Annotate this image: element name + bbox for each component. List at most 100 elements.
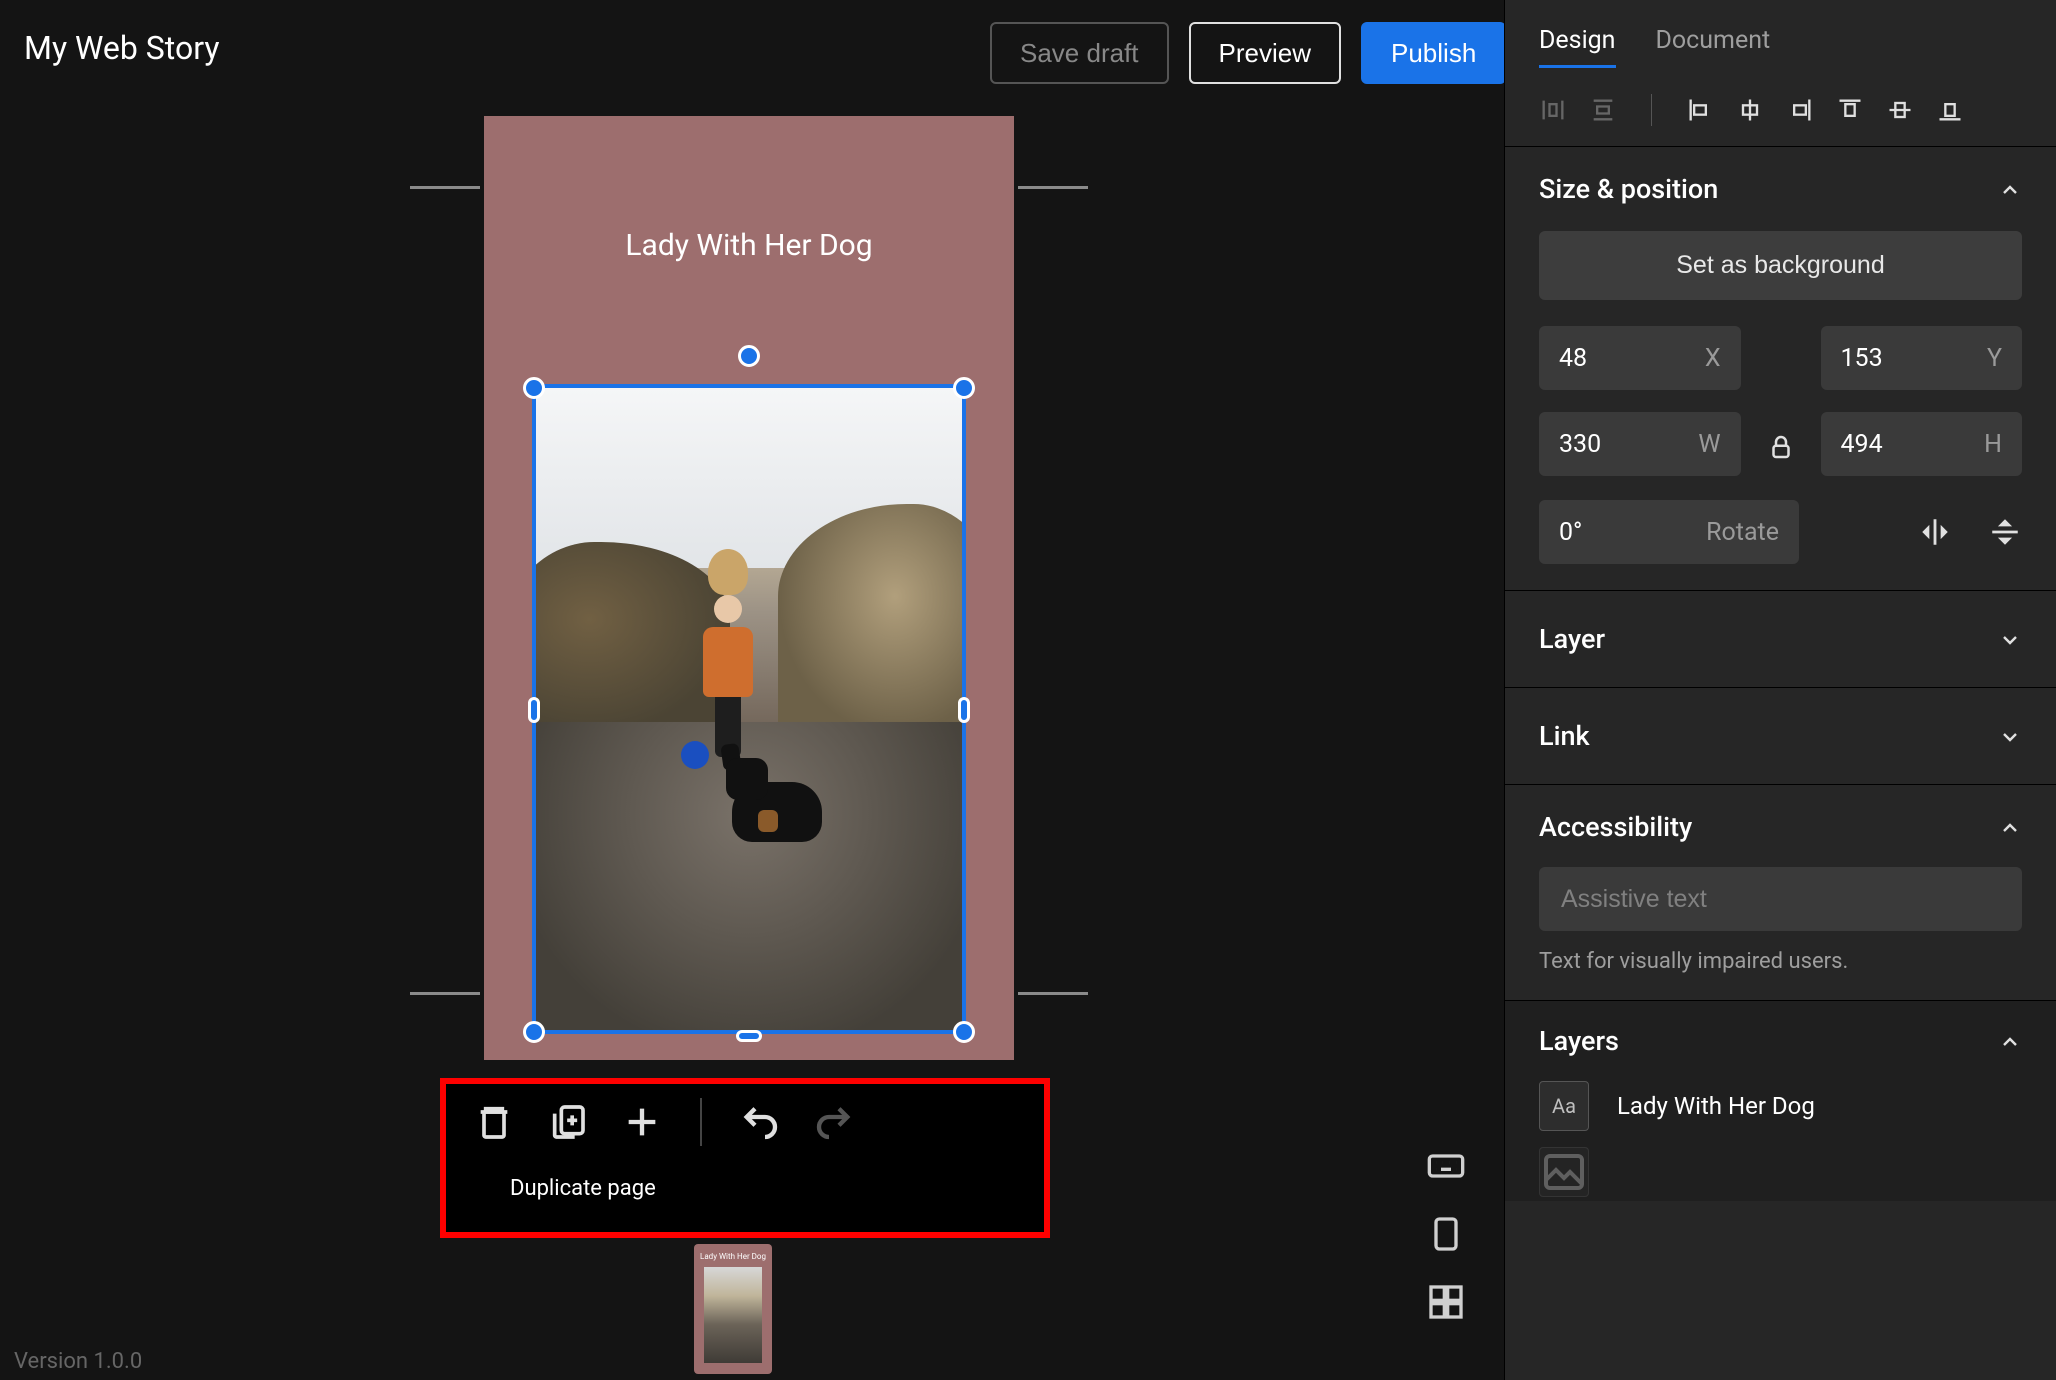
align-center-vertical-icon[interactable] bbox=[1886, 96, 1914, 124]
align-bottom-icon[interactable] bbox=[1936, 96, 1964, 124]
safe-zone-marker-left-bottom bbox=[410, 992, 480, 995]
save-draft-button: Save draft bbox=[990, 22, 1169, 84]
layer-row-label: Lady With Her Dog bbox=[1617, 1092, 1815, 1120]
size-position-section: Size & position Set as background 48 X 1… bbox=[1505, 147, 2056, 591]
input-rotate-label: Rotate bbox=[1706, 518, 1779, 547]
size-position-header[interactable]: Size & position bbox=[1539, 173, 2022, 205]
layer-title: Layer bbox=[1539, 623, 1605, 655]
accessibility-section: Accessibility Text for visually impaired… bbox=[1505, 785, 2056, 1001]
add-page-button[interactable] bbox=[622, 1102, 662, 1142]
layer-section: Layer bbox=[1505, 591, 2056, 688]
publish-button[interactable]: Publish bbox=[1361, 22, 1506, 84]
input-rotate[interactable]: 0° Rotate bbox=[1539, 500, 1799, 564]
accessibility-title: Accessibility bbox=[1539, 811, 1692, 843]
layers-header[interactable]: Layers bbox=[1539, 1025, 2022, 1057]
safe-zone-marker-right bbox=[1018, 186, 1088, 189]
input-y[interactable]: 153 Y bbox=[1821, 326, 2023, 390]
input-h[interactable]: 494 H bbox=[1821, 412, 2023, 476]
keyboard-shortcuts-button[interactable] bbox=[1426, 1146, 1466, 1186]
resize-handle-bottom[interactable] bbox=[736, 1030, 762, 1042]
chevron-up-icon bbox=[1998, 815, 2022, 839]
alignment-row bbox=[1505, 88, 2056, 147]
duplicate-page-tooltip: Duplicate page bbox=[492, 1166, 674, 1211]
position-grid: 48 X 153 Y 330 W 494 H bbox=[1539, 326, 2022, 476]
layers-panel: Layers Aa Lady With Her Dog bbox=[1505, 1001, 2056, 1201]
chevron-down-icon bbox=[1998, 627, 2022, 651]
set-as-background-button[interactable]: Set as background bbox=[1539, 231, 2022, 300]
tab-document[interactable]: Document bbox=[1656, 26, 1771, 68]
resize-handle-bottom-right[interactable] bbox=[953, 1021, 975, 1043]
accessibility-help-text: Text for visually impaired users. bbox=[1539, 949, 2022, 974]
preview-button[interactable]: Preview bbox=[1189, 22, 1341, 84]
safe-zone-marker-right-bottom bbox=[1018, 992, 1088, 995]
view-tools bbox=[1426, 1146, 1466, 1322]
input-y-unit: Y bbox=[1987, 344, 2002, 373]
input-x-value: 48 bbox=[1559, 344, 1587, 373]
duplicate-page-button[interactable] bbox=[548, 1102, 588, 1142]
version-label: Version 1.0.0 bbox=[14, 1349, 142, 1374]
undo-button[interactable] bbox=[740, 1102, 780, 1142]
input-w-value: 330 bbox=[1559, 430, 1601, 459]
input-rotate-value: 0° bbox=[1559, 518, 1582, 547]
input-h-unit: H bbox=[1984, 430, 2002, 459]
align-right-icon[interactable] bbox=[1786, 96, 1814, 124]
page-thumbnail[interactable]: Lady With Her Dog bbox=[694, 1244, 772, 1374]
rotate-row: 0° Rotate bbox=[1539, 500, 2022, 564]
input-x-unit: X bbox=[1705, 344, 1721, 373]
grid-view-toggle[interactable] bbox=[1426, 1282, 1466, 1322]
align-left-icon[interactable] bbox=[1686, 96, 1714, 124]
resize-handle-bottom-left[interactable] bbox=[523, 1021, 545, 1043]
link-title: Link bbox=[1539, 720, 1590, 752]
layers-title: Layers bbox=[1539, 1025, 1619, 1057]
flip-vertical-icon[interactable] bbox=[1988, 515, 2022, 549]
page-toolbar bbox=[474, 1098, 854, 1146]
header-actions: Save draft Preview Publish bbox=[990, 22, 1506, 84]
link-header[interactable]: Link bbox=[1539, 714, 2022, 758]
distribute-horizontal-icon[interactable] bbox=[1539, 96, 1567, 124]
delete-page-button[interactable] bbox=[474, 1102, 514, 1142]
input-y-value: 153 bbox=[1841, 344, 1883, 373]
thumbnail-image bbox=[704, 1267, 762, 1363]
text-layer-icon: Aa bbox=[1539, 1081, 1589, 1131]
layer-row-text[interactable]: Aa Lady With Her Dog bbox=[1539, 1077, 2022, 1135]
lock-aspect-ratio-icon[interactable] bbox=[1766, 432, 1796, 462]
flip-horizontal-icon[interactable] bbox=[1918, 515, 1952, 549]
input-h-value: 494 bbox=[1841, 430, 1883, 459]
toolbar-divider bbox=[700, 1098, 702, 1146]
input-x[interactable]: 48 X bbox=[1539, 326, 1741, 390]
accessibility-header[interactable]: Accessibility bbox=[1539, 811, 2022, 843]
image-placeholder-scene bbox=[536, 388, 962, 1030]
page-toolbar-highlight: Duplicate page bbox=[440, 1078, 1050, 1238]
layer-row-image[interactable] bbox=[1539, 1143, 2022, 1201]
layer-header[interactable]: Layer bbox=[1539, 617, 2022, 661]
safe-zone-marker-left bbox=[410, 186, 480, 189]
thumbnail-label: Lady With Her Dog bbox=[694, 1244, 772, 1261]
tab-design[interactable]: Design bbox=[1539, 26, 1616, 68]
resize-handle-right[interactable] bbox=[958, 697, 970, 723]
story-canvas[interactable]: Lady With Her Dog bbox=[484, 116, 1014, 1060]
distribute-vertical-icon[interactable] bbox=[1589, 96, 1617, 124]
align-center-horizontal-icon[interactable] bbox=[1736, 96, 1764, 124]
resize-handle-left[interactable] bbox=[528, 697, 540, 723]
input-w-unit: W bbox=[1698, 430, 1720, 459]
chevron-up-icon bbox=[1998, 177, 2022, 201]
inspector-tabs: Design Document bbox=[1505, 0, 2056, 88]
input-w[interactable]: 330 W bbox=[1539, 412, 1741, 476]
resize-handle-top-right[interactable] bbox=[953, 377, 975, 399]
resize-handle-top[interactable] bbox=[738, 345, 760, 367]
align-top-icon[interactable] bbox=[1836, 96, 1864, 124]
canvas-heading-text[interactable]: Lady With Her Dog bbox=[484, 228, 1014, 263]
chevron-down-icon bbox=[1998, 724, 2022, 748]
story-title[interactable]: My Web Story bbox=[24, 29, 219, 67]
inspector-sidebar: Design Document bbox=[1504, 0, 2056, 1380]
safe-zone-toggle[interactable] bbox=[1426, 1214, 1466, 1254]
selected-image-element[interactable] bbox=[532, 384, 966, 1034]
link-section: Link bbox=[1505, 688, 2056, 785]
image-layer-icon bbox=[1539, 1147, 1589, 1197]
size-position-title: Size & position bbox=[1539, 173, 1718, 205]
resize-handle-top-left[interactable] bbox=[523, 377, 545, 399]
assistive-text-input[interactable] bbox=[1539, 867, 2022, 931]
redo-button bbox=[814, 1102, 854, 1142]
layers-list: Aa Lady With Her Dog bbox=[1539, 1077, 2022, 1201]
alignment-divider bbox=[1651, 94, 1652, 126]
